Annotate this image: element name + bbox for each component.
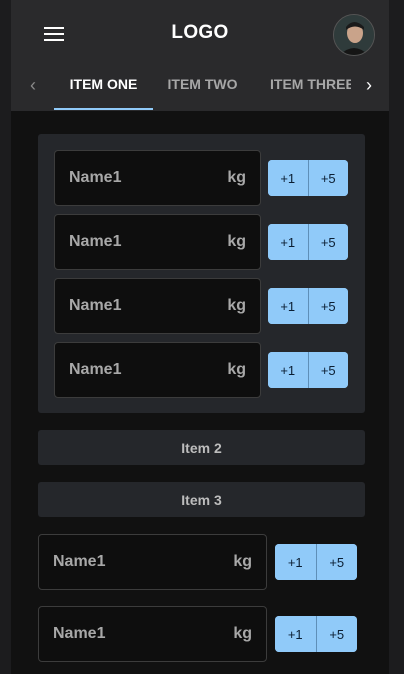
field-label: Name1 [53, 553, 106, 570]
weight-input[interactable]: Name1 kg [54, 342, 261, 398]
tab-bar: ‹ ITEM ONE ITEM TWO ITEM THREE › [11, 60, 389, 110]
tab-item-three[interactable]: ITEM THREE [261, 60, 351, 108]
plus-one-button[interactable]: +1 [275, 544, 316, 580]
increment-button-group: +1 +5 [268, 160, 348, 196]
increment-button-group: +1 +5 [275, 544, 357, 580]
weight-input[interactable]: Name1 kg [54, 150, 261, 206]
field-label: Name1 [53, 625, 106, 642]
user-avatar[interactable] [333, 14, 375, 56]
unit-label: kg [227, 233, 246, 250]
plus-five-button[interactable]: +5 [307, 160, 348, 196]
chevron-right-icon: › [366, 74, 372, 95]
plus-one-button[interactable]: +1 [268, 288, 308, 324]
app-frame: LOGO ‹ ITEM ONE ITEM TWO ITEM THREE › Na… [11, 0, 389, 674]
weight-input[interactable]: Name1 kg [38, 606, 267, 662]
plus-five-button[interactable]: +5 [307, 352, 348, 388]
avatar-image [334, 15, 374, 55]
tab-label: ITEM THREE [270, 76, 351, 92]
increment-button-group: +1 +5 [275, 616, 357, 652]
plus-one-button[interactable]: +1 [275, 616, 316, 652]
plus-one-button[interactable]: +1 [268, 160, 308, 196]
plus-one-button[interactable]: +1 [268, 224, 308, 260]
tab-scroll-right-button[interactable]: › [351, 60, 387, 110]
plus-five-button[interactable]: +5 [307, 288, 348, 324]
tab-scroll-left-button[interactable]: ‹ [15, 60, 51, 110]
increment-button-group: +1 +5 [268, 352, 348, 388]
weight-input[interactable]: Name1 kg [38, 534, 267, 590]
field-label: Name1 [69, 233, 122, 250]
tab-label: ITEM TWO [167, 76, 238, 92]
unit-label: kg [227, 361, 246, 378]
section-label: Item 3 [181, 491, 222, 508]
plus-five-button[interactable]: +5 [315, 544, 357, 580]
chevron-left-icon: ‹ [30, 74, 36, 95]
tab-item-one[interactable]: ITEM ONE [54, 60, 153, 110]
plus-five-button[interactable]: +5 [315, 616, 357, 652]
section-label: Item 2 [181, 439, 222, 456]
item-one-panel: Name1 kg +1 +5 Name1 kg +1 +5 Name1 kg +… [38, 134, 365, 413]
unit-label: kg [233, 625, 252, 642]
field-label: Name1 [69, 297, 122, 314]
unit-label: kg [227, 297, 246, 314]
section-item-3[interactable]: Item 3 [38, 482, 365, 517]
weight-input[interactable]: Name1 kg [54, 278, 261, 334]
tab-label: ITEM ONE [69, 76, 138, 92]
weight-input[interactable]: Name1 kg [54, 214, 261, 270]
unit-label: kg [233, 553, 252, 570]
increment-button-group: +1 +5 [268, 224, 348, 260]
plus-one-button[interactable]: +1 [268, 352, 308, 388]
plus-five-button[interactable]: +5 [307, 224, 348, 260]
field-label: Name1 [69, 169, 122, 186]
increment-button-group: +1 +5 [268, 288, 348, 324]
section-item-2[interactable]: Item 2 [38, 430, 365, 465]
field-label: Name1 [69, 361, 122, 378]
tab-item-two[interactable]: ITEM TWO [154, 60, 251, 108]
app-bar: LOGO ‹ ITEM ONE ITEM TWO ITEM THREE › [11, 0, 389, 111]
unit-label: kg [227, 169, 246, 186]
